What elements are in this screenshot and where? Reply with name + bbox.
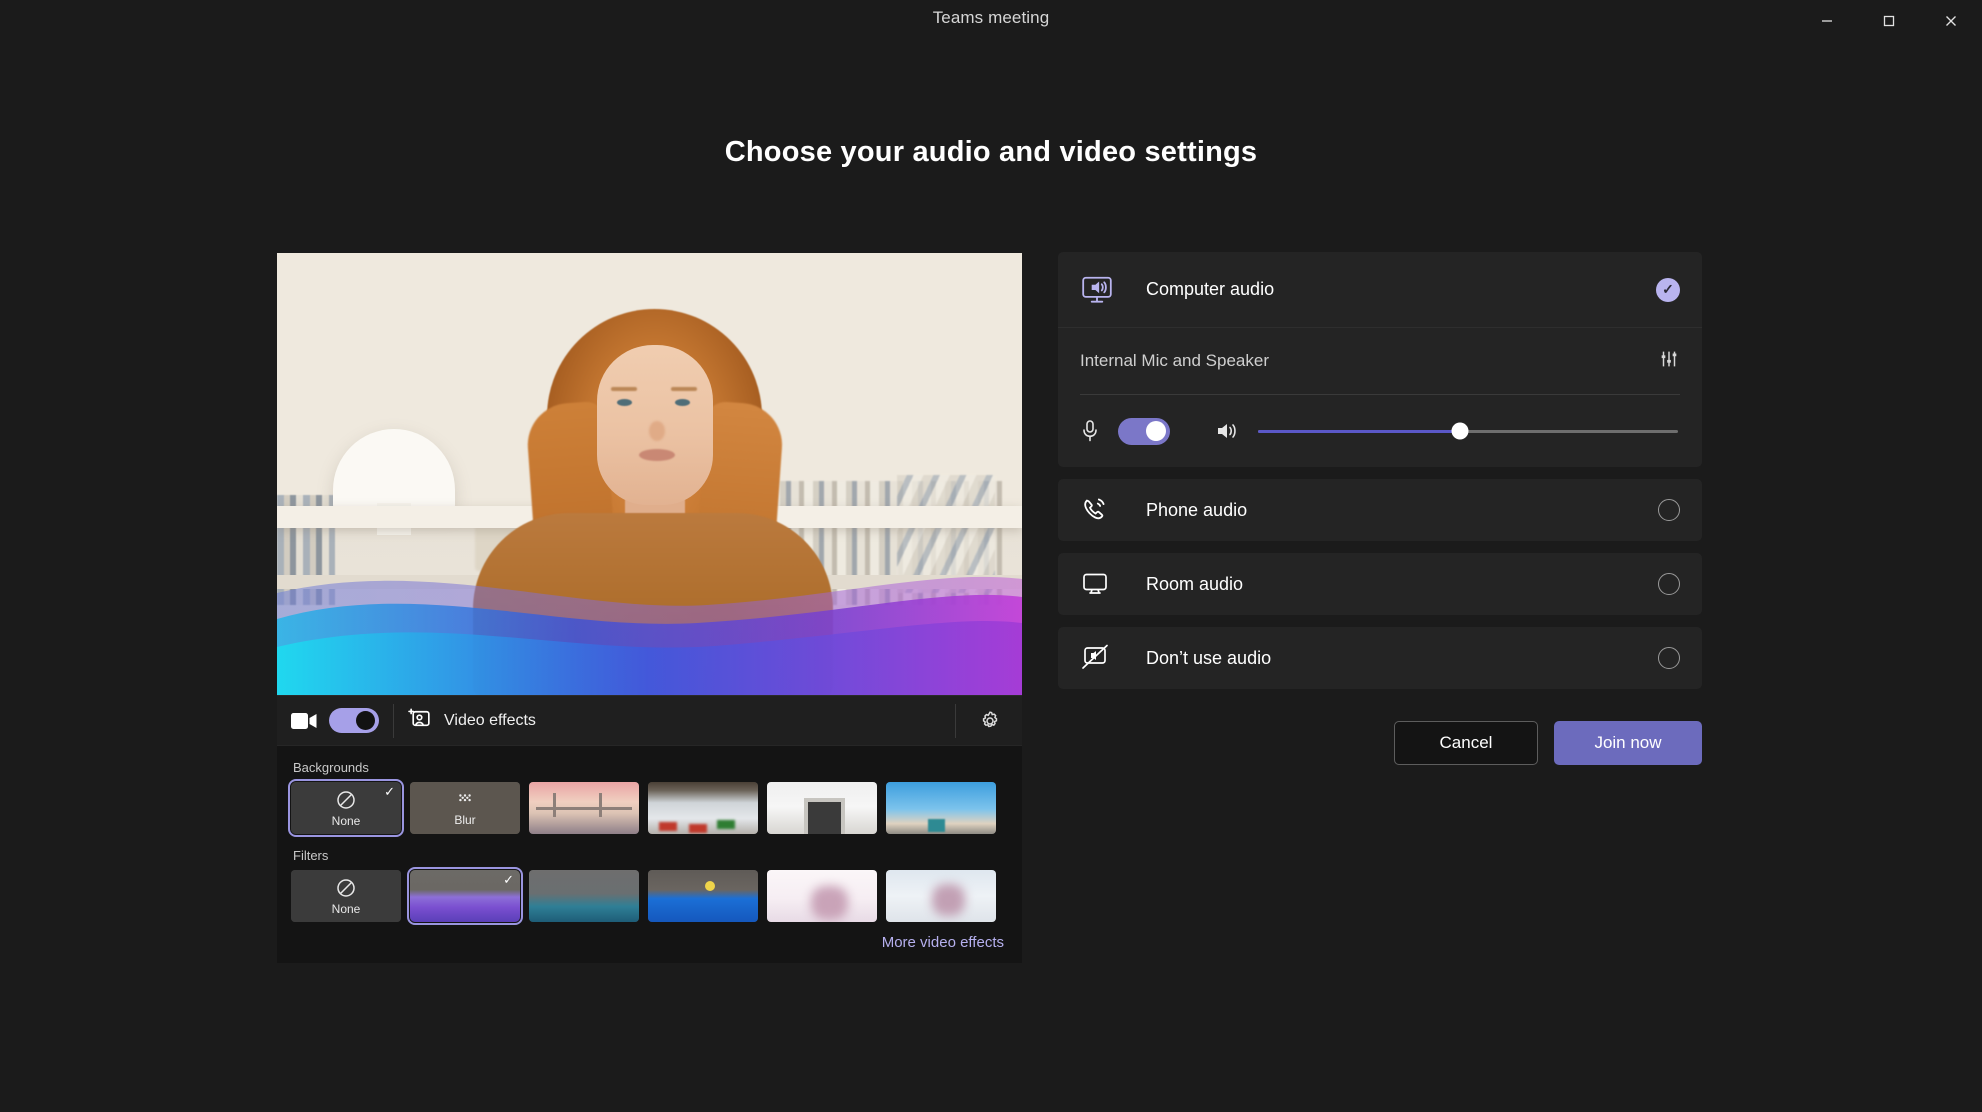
- join-now-button[interactable]: Join now: [1554, 721, 1702, 765]
- background-thumb-none[interactable]: None ✓: [288, 779, 404, 837]
- video-preview[interactable]: [277, 253, 1022, 695]
- volume-slider[interactable]: [1258, 422, 1678, 440]
- filters-label: Filters: [293, 848, 329, 863]
- room-audio-icon: [1080, 571, 1122, 597]
- background-thumb-bridge[interactable]: [529, 782, 639, 834]
- background-blur-inner: Blur: [410, 782, 520, 834]
- phone-audio-option[interactable]: Phone audio: [1058, 479, 1702, 541]
- microphone-toggle-knob: [1146, 421, 1166, 441]
- audio-levels-row: [1080, 395, 1680, 467]
- room-audio-label: Room audio: [1146, 573, 1244, 594]
- phone-audio-label: Phone audio: [1146, 499, 1248, 520]
- microphone-icon: [1080, 419, 1100, 443]
- filter-thumb-purple-wave[interactable]: ✓: [407, 867, 523, 925]
- filter-thumb-blue-bird[interactable]: [648, 870, 758, 922]
- audio-settings-column: Computer audio ✓ Internal Mic and Speake…: [1058, 252, 1702, 765]
- background-thumb-blur[interactable]: Blur: [410, 782, 520, 834]
- background-none-label: None: [331, 814, 361, 828]
- filter-teal-image: [529, 870, 639, 922]
- volume-slider-fill: [1258, 429, 1460, 433]
- page-title: Choose your audio and video settings: [724, 136, 1258, 168]
- maximize-button[interactable]: [1858, 0, 1920, 42]
- computer-audio-card: Computer audio ✓ Internal Mic and Speake…: [1058, 252, 1702, 467]
- video-effects-label: Video effects: [444, 711, 536, 729]
- filter-blue-image: [648, 870, 758, 922]
- filter-wave-overlay: [277, 535, 1022, 695]
- room-audio-radio[interactable]: [1658, 573, 1680, 595]
- background-city-image: [886, 782, 996, 834]
- preview-person-brow-right: [671, 387, 697, 391]
- no-audio-option[interactable]: Don’t use audio: [1058, 627, 1702, 689]
- minimize-button[interactable]: [1796, 0, 1858, 42]
- gear-icon[interactable]: [972, 703, 1008, 739]
- equalizer-icon[interactable]: [1658, 348, 1680, 375]
- video-bar-right: [955, 703, 1022, 739]
- audio-device-body: Internal Mic and Speaker: [1058, 328, 1702, 467]
- window-title: Teams meeting: [932, 8, 1050, 27]
- filter-thumb-teal-wave[interactable]: [529, 870, 639, 922]
- filter-sakura-light-image: [767, 870, 877, 922]
- speaker-icon: [1216, 420, 1240, 442]
- filter-none-label: None: [331, 902, 361, 916]
- video-effects-panel: Backgrounds None ✓ Blur Filters None ✓ M…: [277, 745, 1022, 963]
- preview-person-eye-left: [617, 399, 632, 406]
- control-divider: [393, 703, 394, 738]
- computer-audio-selected-icon: ✓: [1656, 277, 1680, 302]
- volume-slider-knob[interactable]: [1451, 422, 1469, 440]
- audio-device-row[interactable]: Internal Mic and Speaker: [1080, 328, 1680, 394]
- camera-toggle-knob: [356, 711, 375, 730]
- room-audio-option[interactable]: Room audio: [1058, 553, 1702, 615]
- background-office-image: [648, 782, 758, 834]
- background-blur-label: Blur: [454, 812, 476, 827]
- no-audio-label: Don’t use audio: [1146, 647, 1272, 668]
- background-thumb-room[interactable]: [767, 782, 877, 834]
- phone-audio-icon: [1080, 495, 1122, 525]
- no-audio-icon: [1080, 644, 1122, 672]
- phone-audio-radio[interactable]: [1658, 499, 1680, 521]
- preview-person-mouth: [639, 449, 675, 461]
- filter-purple-check-icon: ✓: [503, 872, 514, 887]
- preview-person-nose: [649, 421, 665, 441]
- filter-none-inner: None: [291, 870, 401, 922]
- cancel-button[interactable]: Cancel: [1394, 721, 1538, 765]
- preview-person-eye-right: [675, 399, 690, 406]
- video-effects-icon: [408, 706, 433, 736]
- background-bridge-image: [529, 782, 639, 834]
- title-bar: Teams meeting: [0, 0, 1982, 42]
- filter-sakura-blue-image: [886, 870, 996, 922]
- more-video-effects-link[interactable]: More video effects: [291, 934, 1004, 953]
- background-room-image: [767, 782, 877, 834]
- no-audio-radio[interactable]: [1658, 647, 1680, 669]
- camera-icon: [291, 712, 317, 730]
- video-settings-column: Video effects Backgrounds None ✓ Blur Fi…: [277, 253, 1022, 963]
- computer-audio-icon: [1080, 275, 1122, 305]
- background-thumb-office[interactable]: [648, 782, 758, 834]
- camera-toggle[interactable]: [329, 708, 379, 733]
- backgrounds-row: None ✓ Blur: [288, 779, 1008, 837]
- gear-divider: [955, 703, 956, 738]
- window-controls: [1796, 0, 1982, 42]
- audio-device-name: Internal Mic and Speaker: [1080, 351, 1269, 370]
- computer-audio-label: Computer audio: [1146, 279, 1275, 299]
- dialog-actions: Cancel Join now: [1058, 721, 1702, 765]
- filter-thumb-sakura-light[interactable]: [767, 870, 877, 922]
- microphone-toggle[interactable]: [1118, 417, 1170, 445]
- video-control-bar: Video effects: [277, 695, 1022, 745]
- background-none-check-icon: ✓: [384, 784, 395, 799]
- computer-audio-option[interactable]: Computer audio ✓: [1058, 252, 1702, 328]
- filter-thumb-none[interactable]: None: [291, 870, 401, 922]
- backgrounds-label: Backgrounds: [293, 760, 369, 775]
- filters-row: None ✓: [291, 867, 1008, 925]
- filter-thumb-sakura-blue[interactable]: [886, 870, 996, 922]
- background-thumb-city[interactable]: [886, 782, 996, 834]
- preview-person-brow-left: [611, 387, 637, 391]
- close-button[interactable]: [1920, 0, 1982, 42]
